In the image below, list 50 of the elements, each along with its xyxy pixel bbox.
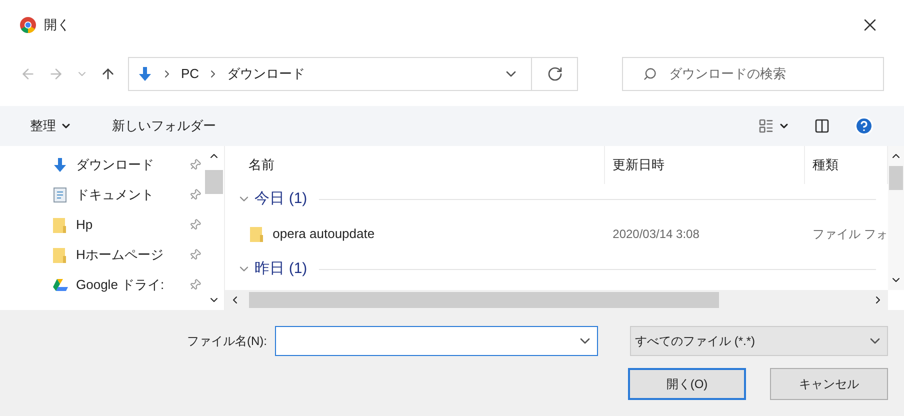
sidebar-item[interactable]: Google ドライ:	[52, 270, 205, 300]
forward-button[interactable]	[48, 66, 64, 82]
open-button[interactable]: 開く(O)	[628, 368, 746, 400]
up-button[interactable]	[100, 66, 116, 82]
cancel-button[interactable]: キャンセル	[770, 368, 888, 400]
group-header[interactable]: 昨日 (1)	[236, 258, 308, 280]
file-name-cell[interactable]: opera autoupdate	[224, 224, 605, 244]
search-input[interactable]: ダウンロードの検索	[669, 64, 863, 84]
preview-pane-icon	[814, 118, 830, 134]
sidebar-item[interactable]: Hp	[52, 210, 205, 240]
group-header[interactable]: 今日 (1)	[236, 188, 308, 210]
sidebar-item[interactable]: ドキュメント	[52, 180, 205, 210]
folder-icon	[52, 217, 68, 233]
sidebar-item[interactable]: ダウンロード	[52, 150, 205, 180]
organize-menu[interactable]: 整理	[30, 116, 72, 136]
help-button[interactable]	[854, 116, 874, 136]
search-field[interactable]: ダウンロードの検索	[622, 57, 884, 91]
column-header[interactable]: 更新日時	[604, 146, 805, 184]
drive-icon	[52, 277, 68, 293]
download-arrow-icon	[137, 66, 153, 82]
document-icon	[52, 187, 68, 203]
sidebar-item[interactable]: Hホームページ	[52, 240, 205, 270]
folder-icon	[52, 247, 68, 263]
breadcrumb[interactable]: ダウンロード	[227, 64, 306, 84]
scrollbar-thumb[interactable]	[248, 292, 719, 308]
file-type-dropdown[interactable]: すべてのファイル (*.*)	[630, 326, 888, 356]
horizontal-scrollbar[interactable]	[224, 290, 888, 310]
list-view-icon	[758, 118, 774, 134]
column-header[interactable]: 名前	[224, 146, 605, 184]
sidebar-scrollbar[interactable]	[204, 146, 225, 310]
help-icon	[854, 116, 874, 136]
back-button[interactable]	[20, 66, 36, 82]
type-cell-text: ファイル フォ	[812, 226, 888, 243]
date-cell-text: 2020/03/14 3:08	[612, 226, 700, 243]
folder-icon	[248, 226, 265, 242]
window-title: 開く	[44, 16, 70, 34]
new-folder-button[interactable]: 新しいフォルダー	[112, 116, 216, 136]
file-name-field[interactable]	[275, 326, 598, 356]
preview-pane-button[interactable]	[814, 118, 830, 134]
scrollbar-thumb[interactable]	[889, 166, 903, 190]
breadcrumb[interactable]: PC	[181, 64, 200, 84]
search-icon	[643, 67, 657, 81]
download-arrow-icon	[52, 157, 68, 173]
scrollbar-thumb[interactable]	[205, 170, 224, 194]
vertical-scrollbar[interactable]	[888, 146, 904, 290]
browser-logo-icon	[20, 17, 36, 33]
view-options-button[interactable]	[758, 118, 790, 134]
refresh-icon	[546, 66, 562, 82]
file-name-label: ファイル名(N):	[187, 333, 267, 350]
address-bar[interactable]: PC ダウンロード	[128, 57, 578, 91]
